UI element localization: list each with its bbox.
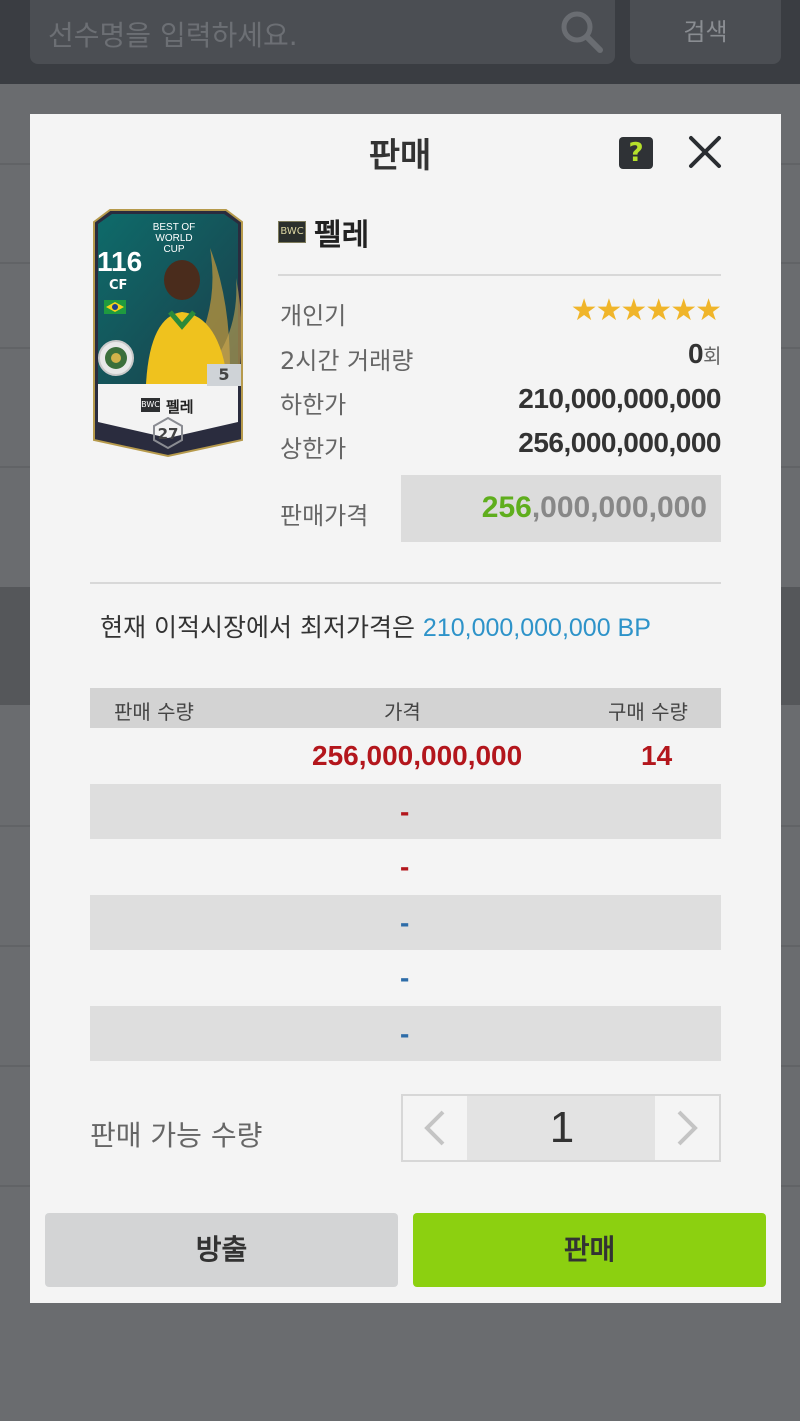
trade-volume-label: 2시간 거래량 (280, 347, 414, 375)
increment-button[interactable] (655, 1096, 719, 1160)
card-overall: 116 (97, 246, 143, 277)
table-row[interactable]: - (90, 894, 721, 950)
chevron-right-icon (677, 1110, 698, 1146)
row-price: - (400, 906, 410, 938)
row-price: - (400, 962, 410, 993)
header-buy-qty: 구매 수량 (608, 700, 688, 724)
release-button[interactable]: 방출 (45, 1213, 398, 1287)
decrement-button[interactable] (403, 1096, 467, 1160)
sale-price-rest: ,000,000,000 (531, 491, 707, 524)
card-event-badge: BEST OF WORLD CUP (152, 222, 196, 255)
order-table: 판매 수량 가격 구매 수량 256,000,000,000 14 - - - … (90, 688, 721, 1061)
trade-volume-unit: 회 (703, 346, 721, 368)
quantity-value: 1 (549, 1103, 575, 1152)
table-row[interactable]: - (90, 839, 721, 895)
table-row[interactable]: - (90, 950, 721, 1006)
search-icon[interactable] (558, 8, 604, 54)
card-grade: 27 (157, 425, 179, 443)
row-price: - (400, 795, 410, 827)
search-button[interactable]: 검색 (630, 0, 781, 64)
card-position: CF (109, 278, 128, 293)
lowest-price-notice: 현재 이적시장에서 최저가격은 210,000,000,000 BP (0, 608, 751, 644)
sale-price-field[interactable]: 256,000,000,000 (401, 475, 721, 542)
skill-label: 개인기 (280, 302, 347, 330)
min-price-value: 210,000,000,000 (518, 383, 721, 414)
header-price: 가격 (384, 700, 421, 724)
player-name: 펠레 (314, 218, 370, 253)
close-icon[interactable] (683, 128, 729, 176)
lowest-price-unit: BP (610, 614, 651, 642)
player-name-header: BWC 펠레 (278, 210, 369, 254)
row-price: - (400, 1017, 410, 1049)
card-player-name: 펠레 (166, 398, 194, 416)
skill-stars: ★★★★★★ (570, 293, 722, 328)
lowest-prefix: 현재 이적시장에서 최저가격은 (100, 613, 423, 642)
sell-button[interactable]: 판매 (413, 1213, 766, 1287)
table-row[interactable]: - (90, 783, 721, 839)
lowest-price-value: 210,000,000,000 (422, 614, 611, 642)
chevron-left-icon (424, 1110, 445, 1146)
trade-volume-number: 0 (688, 338, 704, 369)
help-button[interactable]: ? (619, 137, 653, 169)
header-sell-qty: 판매 수량 (114, 700, 194, 724)
card-season-tag: BWC (141, 398, 160, 412)
table-row[interactable]: 256,000,000,000 14 (90, 728, 721, 784)
search-placeholder: 선수명을 입력하세요. (48, 19, 298, 52)
sellable-qty-label: 판매 가능 수량 (90, 1119, 263, 1152)
trade-volume-value: 0회 (688, 338, 721, 370)
divider (90, 582, 721, 584)
row-price: 256,000,000,000 (312, 740, 523, 771)
divider (278, 274, 721, 276)
table-header: 판매 수량 가격 구매 수량 (90, 688, 721, 728)
card-enhance-level: 5 (207, 364, 241, 386)
row-price: - (400, 851, 410, 882)
max-price-value: 256,000,000,000 (518, 427, 721, 458)
sale-price-value: 256,000,000,000 (482, 491, 707, 525)
quantity-stepper: 1 (401, 1094, 721, 1162)
max-price-label: 상한가 (280, 435, 347, 463)
sale-price-label: 판매가격 (280, 502, 369, 530)
season-tag: BWC (278, 221, 306, 243)
table-row[interactable]: - (90, 1005, 721, 1061)
row-buy-qty: 14 (641, 740, 673, 771)
min-price-label: 하한가 (280, 391, 347, 419)
dialog-title: 판매 (368, 136, 432, 176)
sale-price-highlight: 256 (481, 491, 532, 524)
